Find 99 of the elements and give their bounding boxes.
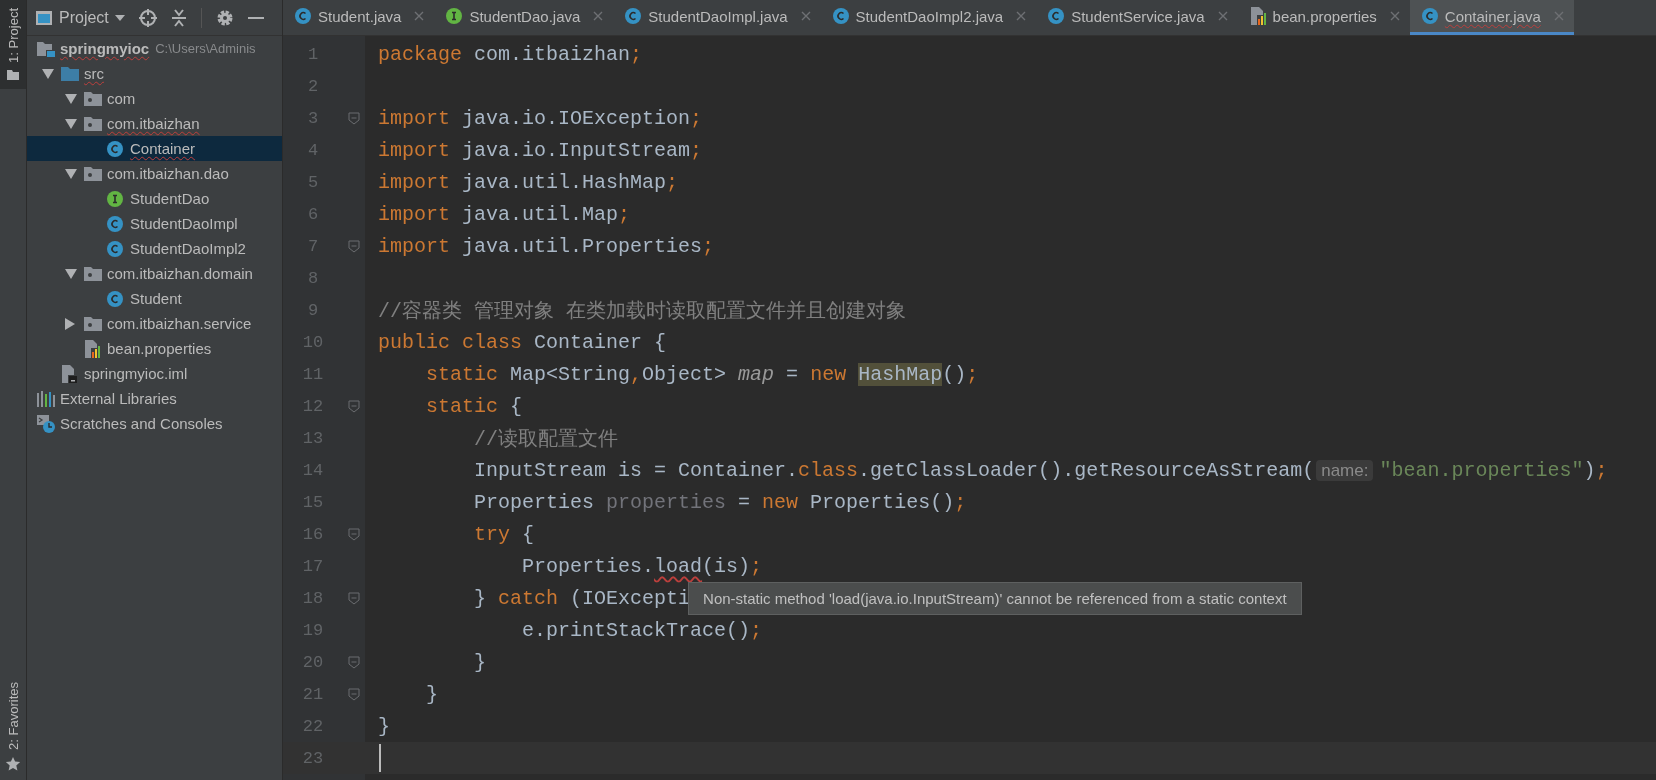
class-icon [107, 240, 123, 257]
package-icon [84, 166, 102, 181]
text-caret [379, 744, 381, 772]
code-editor[interactable] [283, 36, 1656, 780]
fold-marker-icon[interactable] [348, 399, 360, 413]
libraries-icon [37, 390, 55, 407]
package-icon [84, 116, 102, 131]
collapse-icon[interactable] [170, 8, 187, 27]
window-icon [35, 9, 53, 26]
scratches-icon [37, 414, 55, 433]
code-line: e.printStackTrace(); [521, 618, 763, 642]
editor-tab[interactable]: StudentDaoImpl2.java [820, 0, 1037, 35]
code-line: } [473, 650, 487, 674]
close-icon[interactable] [414, 11, 425, 21]
class-icon [1421, 8, 1438, 24]
class-icon [107, 215, 123, 232]
favorites-tool-button[interactable]: 2: Favorites [0, 674, 26, 780]
class-icon [295, 8, 311, 24]
tree-item[interactable]: Container [27, 136, 282, 161]
code-line: import java.util.Map; [378, 202, 631, 226]
tree-item[interactable]: Scratches and Consoles [27, 411, 282, 436]
code-line: } [378, 714, 390, 738]
editor-tab[interactable]: bean.properties [1237, 0, 1410, 35]
code-line: import java.io.IOException; [378, 106, 703, 130]
caret-icon [114, 14, 125, 21]
editor-tab[interactable]: StudentDaoImpl.java [613, 0, 821, 35]
code-line: static Map<String,Object> map = new HashMap(); [425, 362, 979, 386]
fold-marker-icon[interactable] [348, 239, 360, 253]
class-icon [1048, 8, 1065, 24]
class-icon [832, 8, 849, 24]
package-icon [84, 91, 102, 106]
module-folder-icon [37, 40, 55, 57]
properties-file-icon [84, 339, 100, 358]
folder-icon [6, 68, 20, 81]
close-icon[interactable] [593, 11, 604, 21]
expanded-arrow-icon[interactable] [65, 268, 77, 279]
tree-item[interactable]: com [27, 86, 282, 111]
star-icon [5, 756, 21, 772]
error-tooltip: Non-static method 'load(java.io.InputStream)' cannot be referenced from a static context [688, 582, 1302, 615]
tree-item[interactable]: src [27, 61, 282, 86]
locate-icon[interactable] [138, 8, 157, 27]
tree-item[interactable]: StudentDaoImpl [27, 211, 282, 236]
tree-item[interactable]: StudentDao [27, 186, 282, 211]
code-line: } catch (IOExcepti [473, 586, 691, 610]
code-line: InputStream is = Container.class.getClassLoader().getResourceAsStream( name: "bean.properties"); [473, 458, 1608, 482]
package-icon [84, 316, 102, 331]
code-line: //容器类 管理对象 在类加载时读取配置文件并且创建对象 [378, 298, 906, 324]
tree-item[interactable]: springmyioc.iml [27, 361, 282, 386]
interface-icon [446, 8, 463, 24]
code-line: } [425, 682, 438, 706]
code-line: static { [425, 394, 523, 418]
class-icon [107, 140, 123, 157]
tree-item[interactable]: com.itbaizhan [27, 111, 282, 136]
close-icon[interactable] [1389, 11, 1400, 21]
code-line: Properties properties = new Properties(); [473, 490, 967, 514]
tree-item[interactable]: com.itbaizhan.service [27, 311, 282, 336]
settings-icon[interactable] [215, 8, 234, 27]
collapsed-arrow-icon[interactable] [65, 317, 75, 330]
tree-item[interactable]: com.itbaizhan.domain [27, 261, 282, 286]
interface-icon [107, 190, 123, 207]
code-line: public class Container { [378, 330, 667, 354]
fold-marker-icon[interactable] [348, 527, 360, 541]
code-line: try { [473, 522, 535, 546]
code-line: import java.util.Properties; [378, 234, 715, 258]
code-line: import java.io.InputStream; [378, 138, 703, 162]
class-icon [107, 290, 123, 307]
expanded-arrow-icon[interactable] [65, 93, 77, 104]
editor-tab[interactable]: Student.java [283, 0, 435, 35]
editor-tab[interactable]: StudentService.java [1036, 0, 1238, 35]
project-tool-button[interactable]: 1: Project [0, 0, 26, 89]
close-icon[interactable] [1217, 11, 1228, 21]
editor-tab[interactable]: Container.java [1409, 0, 1574, 35]
expanded-arrow-icon[interactable] [65, 118, 77, 129]
code-line: package com.itbaizhan; [378, 42, 643, 66]
fold-marker-icon[interactable] [348, 655, 360, 669]
properties-file-icon [1249, 7, 1266, 25]
view-selector[interactable]: Project [35, 8, 125, 27]
code-line: //读取配置文件 [473, 426, 619, 452]
fold-marker-icon[interactable] [348, 687, 360, 701]
module-file-icon [61, 364, 77, 383]
close-icon[interactable] [1016, 11, 1027, 21]
tree-item[interactable]: bean.properties [27, 336, 282, 361]
close-icon[interactable] [1553, 11, 1564, 21]
editor-tab[interactable]: StudentDao.java [434, 0, 614, 35]
fold-marker-icon[interactable] [348, 591, 360, 605]
tree-item[interactable]: StudentDaoImpl2 [27, 236, 282, 261]
tree-item[interactable]: com.itbaizhan.dao [27, 161, 282, 186]
close-icon[interactable] [800, 11, 811, 21]
package-icon [84, 266, 102, 281]
expanded-arrow-icon[interactable] [42, 68, 54, 79]
expanded-arrow-icon[interactable] [65, 168, 77, 179]
tree-item[interactable]: springmyioc C:\Users\Adminis [27, 36, 282, 61]
code-line: import java.util.HashMap; [378, 170, 679, 194]
folder-icon [61, 66, 79, 81]
code-line: Properties.load(is); [521, 554, 763, 578]
fold-marker-icon[interactable] [348, 111, 360, 125]
tree-item[interactable]: External Libraries [27, 386, 282, 411]
tree-item[interactable]: Student [27, 286, 282, 311]
class-icon [625, 8, 642, 24]
